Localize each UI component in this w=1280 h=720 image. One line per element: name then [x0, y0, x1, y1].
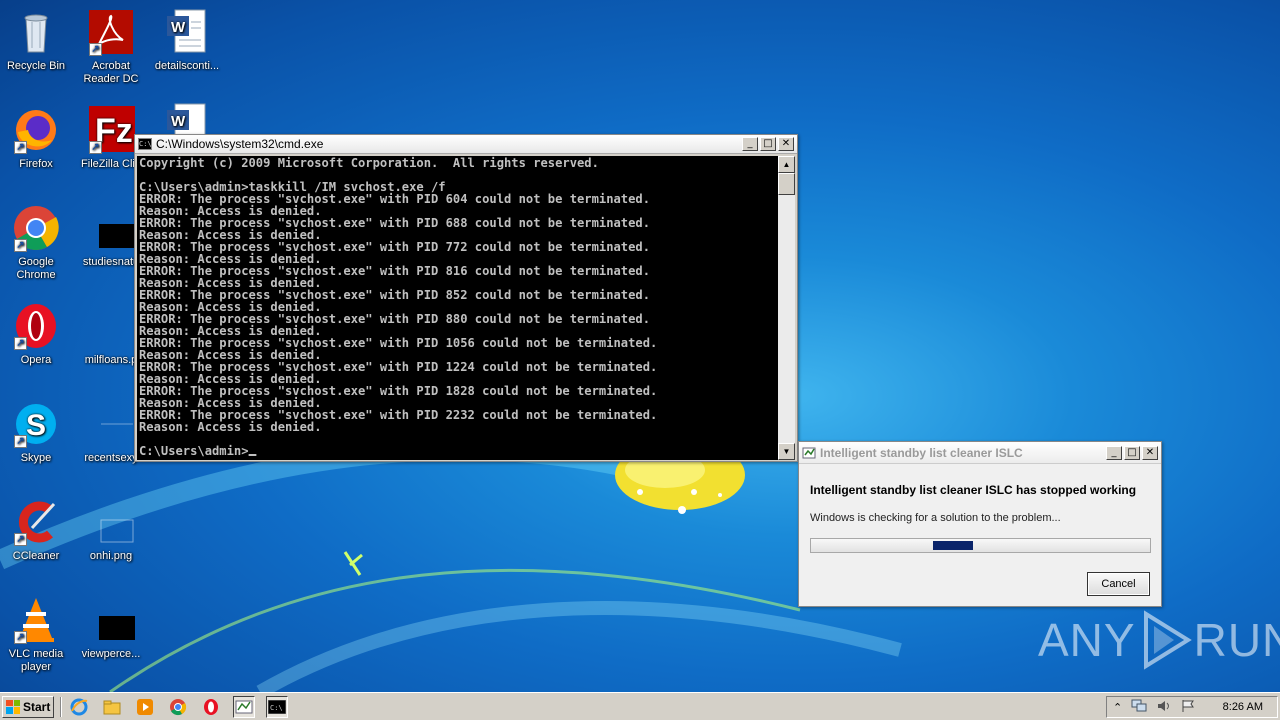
cmd-icon: C:\: [138, 138, 152, 150]
svg-text:W: W: [171, 113, 186, 130]
close-button[interactable]: ✕: [778, 137, 794, 151]
cmd-window[interactable]: C:\ C:\Windows\system32\cmd.exe _ □ ✕ Co…: [134, 134, 798, 462]
file-icon: [87, 204, 135, 252]
acrobat-icon: ↗: [87, 8, 135, 56]
dialog-message: Windows is checking for a solution to th…: [810, 512, 1061, 524]
opera-icon[interactable]: [200, 696, 222, 718]
media-player-icon[interactable]: [134, 696, 156, 718]
tray-expand-icon[interactable]: ⌃: [1113, 701, 1122, 714]
cancel-button[interactable]: Cancel: [1087, 572, 1150, 596]
network-icon[interactable]: [1131, 699, 1147, 716]
ccleaner-icon: ↗: [12, 498, 60, 546]
cmd-prompt[interactable]: C:\Users\admin>: [139, 443, 758, 458]
vlc-icon: ↗: [12, 596, 60, 644]
scroll-up-button[interactable]: ▲: [778, 156, 795, 173]
minimize-button[interactable]: _: [1106, 445, 1122, 460]
desktop-icon-onhi[interactable]: onhi.png: [75, 498, 147, 563]
shortcut-arrow-icon: ↗: [89, 43, 102, 56]
file-icon: [87, 302, 135, 350]
scroll-thumb[interactable]: [778, 173, 795, 195]
chrome-icon[interactable]: [167, 696, 189, 718]
anyrun-watermark: ANY RUN: [1038, 610, 1280, 670]
cmd-output-line: Reason: Access is denied.: [139, 419, 322, 434]
dialog-titlebar[interactable]: Intelligent standby list cleaner ISLC _ …: [799, 442, 1161, 464]
desktop-icon-viewperce[interactable]: viewperce...: [75, 596, 147, 661]
error-dialog[interactable]: Intelligent standby list cleaner ISLC _ …: [798, 441, 1162, 607]
clock[interactable]: 8:26 AM: [1223, 701, 1263, 713]
svg-text:W: W: [171, 19, 186, 36]
system-tray: ⌃ 8:26 AM: [1106, 696, 1278, 718]
firefox-icon: ↗: [12, 106, 60, 154]
desktop-icon-skype[interactable]: S ↗ Skype: [0, 400, 72, 465]
opera-icon: ↗: [12, 302, 60, 350]
ie-icon[interactable]: [68, 696, 90, 718]
cmd-output-line: Copyright (c) 2009 Microsoft Corporation…: [139, 156, 599, 170]
cmd-title: C:\Windows\system32\cmd.exe: [156, 137, 324, 151]
cmd-scrollbar[interactable]: ▲ ▼: [778, 156, 795, 460]
desktop-icon-recycle-bin[interactable]: Recycle Bin: [0, 8, 72, 73]
desktop-icon-opera[interactable]: ↗ Opera: [0, 302, 72, 367]
desktop-icon-firefox[interactable]: ↗ Firefox: [0, 106, 72, 171]
start-button[interactable]: Start: [2, 695, 54, 718]
progress-marquee: [933, 541, 973, 550]
svg-text:S: S: [26, 409, 46, 442]
svg-text:C:\: C:\: [270, 704, 283, 712]
explorer-icon[interactable]: [101, 696, 123, 718]
desktop-icon-ccleaner[interactable]: ↗ CCleaner: [0, 498, 72, 563]
word-doc-icon: W: [163, 8, 211, 56]
taskbar: Start C:\ ⌃ 8:26 AM: [0, 692, 1280, 720]
islc-taskbar-button[interactable]: [233, 695, 255, 718]
islc-icon: [802, 446, 816, 460]
play-icon: [1143, 610, 1192, 670]
chrome-icon: ↗: [12, 204, 60, 252]
file-icon: [87, 400, 135, 448]
text-cursor: [248, 454, 257, 456]
cmd-taskbar-button[interactable]: C:\: [266, 695, 288, 718]
desktop-icon-detailsconti[interactable]: W detailsconti...: [151, 8, 223, 73]
close-button[interactable]: ✕: [1142, 445, 1158, 460]
maximize-button[interactable]: □: [760, 137, 776, 151]
image-file-icon: [87, 498, 135, 546]
recycle-bin-icon: [12, 8, 60, 56]
skype-icon: S ↗: [12, 400, 60, 448]
cmd-output[interactable]: Copyright (c) 2009 Microsoft Corporation…: [137, 156, 779, 460]
maximize-button[interactable]: □: [1124, 445, 1140, 460]
scroll-down-button[interactable]: ▼: [778, 443, 795, 460]
windows-logo-icon: [6, 699, 20, 714]
cmd-titlebar[interactable]: C:\ C:\Windows\system32\cmd.exe _ □ ✕: [135, 135, 797, 154]
taskbar-separator: [60, 696, 62, 717]
action-center-flag-icon[interactable]: [1181, 699, 1195, 716]
dialog-title: Intelligent standby list cleaner ISLC: [820, 445, 1023, 460]
filezilla-icon: Fz ↗: [87, 106, 135, 154]
minimize-button[interactable]: _: [742, 137, 758, 151]
dialog-heading: Intelligent standby list cleaner ISLC ha…: [810, 483, 1137, 497]
file-icon: [87, 596, 135, 644]
volume-icon[interactable]: [1156, 699, 1172, 716]
cmd-icon: C:\: [268, 699, 286, 714]
cmd-prompt-text: C:\Users\admin>: [139, 443, 249, 458]
desktop-icon-chrome[interactable]: ↗ Google Chrome: [0, 204, 72, 282]
desktop-icon-acrobat[interactable]: ↗ Acrobat Reader DC: [75, 8, 147, 86]
desktop-icon-vlc[interactable]: ↗ VLC media player: [0, 596, 72, 674]
progress-bar: [810, 538, 1151, 553]
islc-icon: [235, 700, 253, 713]
